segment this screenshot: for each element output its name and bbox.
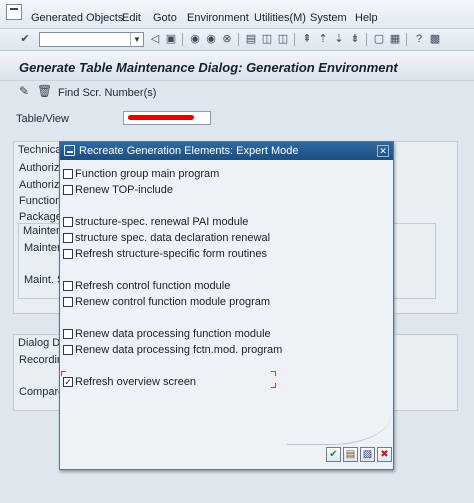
- application-toolbar: ✎ 🗑 Find Scr. Number(s): [0, 82, 474, 102]
- redaction-mark: [128, 115, 194, 120]
- option-label: Renew control function module program: [75, 296, 271, 308]
- focus-corner: [61, 371, 66, 376]
- checkbox-checked[interactable]: ✓: [63, 377, 73, 387]
- print-icon[interactable]: ▤: [244, 32, 258, 46]
- previous-page-icon[interactable]: ⇡: [316, 32, 330, 46]
- option-label: structure-spec. renewal PAI module: [75, 216, 249, 228]
- checkbox[interactable]: [63, 249, 73, 259]
- checkbox[interactable]: [63, 281, 73, 291]
- dialog-title: Recreate Generation Elements: Expert Mod…: [79, 145, 299, 157]
- exit-icon[interactable]: ◉: [204, 32, 218, 46]
- find-next-icon[interactable]: ◫: [276, 32, 290, 46]
- chevron-down-icon[interactable]: ▼: [130, 33, 143, 46]
- dialog-background-curve: [287, 415, 391, 445]
- first-page-icon[interactable]: ⇞: [300, 32, 314, 46]
- last-page-icon[interactable]: ⇟: [348, 32, 362, 46]
- option-label: Refresh control function module: [75, 280, 231, 292]
- authorization-object-label: Authoriz: [19, 179, 60, 191]
- standard-toolbar: ✔ ▼ ◁ ▣ ◉ ◉ ⊗ ▤ ◫ ◫ ⇞ ⇡ ⇣ ⇟ ▢ ▦ ? ▩: [0, 29, 474, 51]
- next-page-icon[interactable]: ⇣: [332, 32, 346, 46]
- cancel-icon[interactable]: ✖: [377, 447, 392, 462]
- option-label: Refresh structure-specific form routines: [75, 248, 267, 260]
- dialog-window-icon: [64, 145, 75, 156]
- shortcut-icon[interactable]: ▦: [388, 32, 402, 46]
- menu-environment[interactable]: Environment: [187, 12, 249, 24]
- new-session-icon[interactable]: ▢: [372, 32, 386, 46]
- checkbox[interactable]: [63, 329, 73, 339]
- option-label: Renew data processing fctn.mod. program: [75, 344, 283, 356]
- expert-mode-dialog: Recreate Generation Elements: Expert Mod…: [59, 141, 394, 470]
- checkbox[interactable]: [63, 297, 73, 307]
- toolbar-separator: [366, 33, 367, 46]
- function-group-label: Function: [19, 195, 62, 207]
- focus-corner: [271, 383, 276, 388]
- checkbox[interactable]: [63, 345, 73, 355]
- option-label: structure spec. data declaration renewal: [75, 232, 271, 244]
- toolbar-separator: [294, 33, 295, 46]
- checkbox[interactable]: [63, 233, 73, 243]
- menu-edit[interactable]: Edit: [122, 12, 141, 24]
- enter-check-icon[interactable]: ✔: [18, 32, 32, 46]
- system-menu-icon[interactable]: [6, 4, 22, 20]
- focus-corner: [271, 371, 276, 376]
- cancel-circle-icon[interactable]: ⊗: [220, 32, 234, 46]
- help-icon[interactable]: ?: [412, 32, 426, 46]
- option-label: Renew data processing function module: [75, 328, 271, 340]
- save-list-icon[interactable]: ▤: [343, 447, 358, 462]
- compare-flag-label: Compare: [19, 386, 65, 398]
- check-icon[interactable]: ✔: [326, 447, 341, 462]
- option-label: Refresh overview screen: [75, 376, 197, 388]
- toolbar-separator: [406, 33, 407, 46]
- menu-utilities[interactable]: Utilities(M): [254, 12, 306, 24]
- print-icon[interactable]: ▧: [360, 447, 375, 462]
- menu-bar: Generated Objects Edit Goto Environment …: [0, 0, 474, 29]
- table-view-input[interactable]: [123, 111, 211, 125]
- find-screen-numbers-button[interactable]: Find Scr. Number(s): [58, 87, 156, 99]
- option-label: Renew TOP-include: [75, 184, 174, 196]
- page-title: Generate Table Maintenance Dialog: Gener…: [19, 60, 398, 75]
- table-view-label: Table/View: [16, 113, 69, 125]
- technical-section-title: Technical: [18, 144, 64, 156]
- dialog-title-bar: Recreate Generation Elements: Expert Mod…: [60, 142, 393, 160]
- back-arrow-icon[interactable]: ◁: [148, 32, 162, 46]
- command-field[interactable]: ▼: [39, 32, 144, 47]
- toolbar-separator: [182, 33, 183, 46]
- authorization-group-label: Authoriz: [19, 162, 60, 174]
- checkbox[interactable]: [63, 169, 73, 179]
- package-label: Package: [19, 211, 62, 223]
- trash-icon[interactable]: 🗑: [37, 85, 52, 98]
- checkbox[interactable]: [63, 217, 73, 227]
- menu-goto[interactable]: Goto: [153, 12, 177, 24]
- layout-menu-icon[interactable]: ▩: [428, 32, 442, 46]
- menu-help[interactable]: Help: [355, 12, 378, 24]
- menu-system[interactable]: System: [310, 12, 347, 24]
- option-label: Function group main program: [75, 168, 220, 180]
- menu-generated-objects[interactable]: Generated Objects: [31, 12, 123, 24]
- toolbar-separator: [238, 33, 239, 46]
- checkbox[interactable]: [63, 185, 73, 195]
- find-icon[interactable]: ◫: [260, 32, 274, 46]
- back-icon[interactable]: ◉: [188, 32, 202, 46]
- pencil-icon[interactable]: ✎: [19, 85, 32, 98]
- save-icon[interactable]: ▣: [164, 32, 178, 46]
- title-bar: Generate Table Maintenance Dialog: Gener…: [0, 51, 474, 81]
- close-icon[interactable]: ✕: [377, 145, 389, 157]
